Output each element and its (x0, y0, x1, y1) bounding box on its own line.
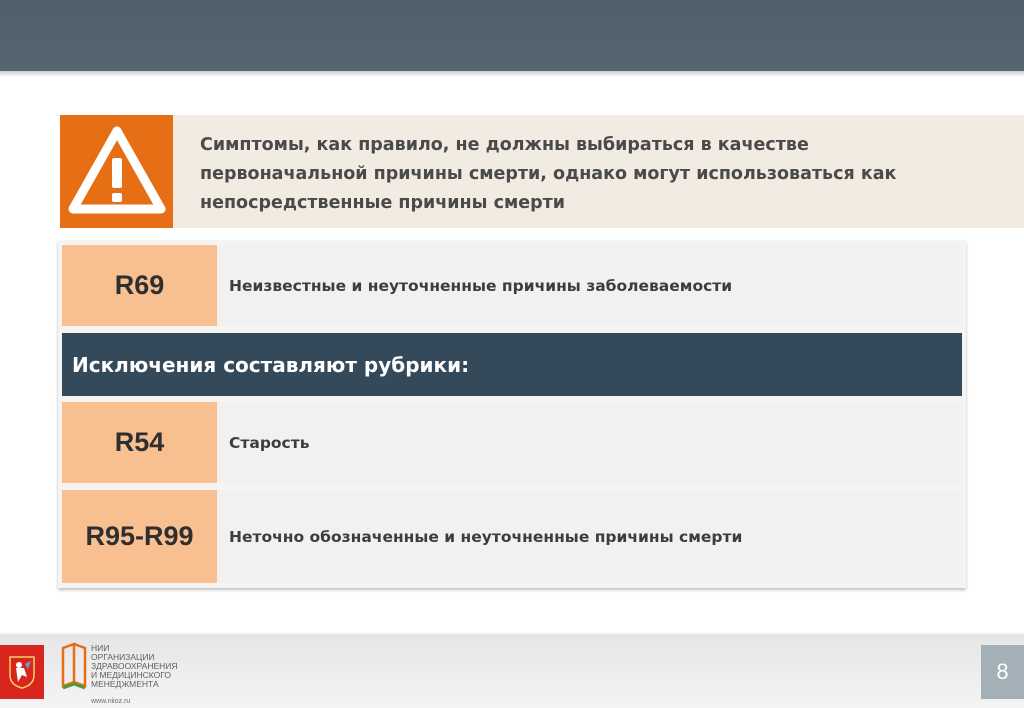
exclusions-heading: Исключения составляют рубрики: (62, 333, 962, 396)
book-logo-icon (61, 642, 87, 690)
notice-icon-box (60, 115, 173, 228)
table-row: R54 Старость (62, 402, 962, 483)
code-cell: R95-R99 (62, 490, 217, 583)
moscow-emblem (0, 645, 44, 699)
top-bar (0, 0, 1024, 71)
table-row: R69 Неизвестные и неуточненные причины з… (62, 245, 962, 326)
org-url: www.niioz.ru (91, 698, 131, 705)
top-bar-shadow (0, 71, 1024, 77)
warning-triangle-icon (68, 126, 166, 214)
table-row: R95-R99 Неточно обозначенные и неуточнен… (62, 490, 962, 583)
notice-text: Симптомы, как правило, не должны выбират… (200, 135, 897, 213)
moscow-coat-of-arms-icon (9, 656, 35, 689)
description-cell: Старость (229, 433, 310, 452)
description-cell: Неточно обозначенные и неуточненные прич… (229, 527, 743, 546)
code-cell: R69 (62, 245, 217, 326)
page-number: 8 (981, 645, 1024, 699)
org-name: НИИ ОРГАНИЗАЦИИ ЗДРАВООХРАНЕНИЯ И МЕДИЦИ… (91, 644, 201, 689)
description-cell: Неизвестные и неуточненные причины забол… (229, 276, 733, 295)
org-name-line: МЕНЕДЖМЕНТА (91, 679, 159, 689)
code-cell: R54 (62, 402, 217, 483)
notice-box: Симптомы, как правило, не должны выбират… (60, 115, 1024, 228)
